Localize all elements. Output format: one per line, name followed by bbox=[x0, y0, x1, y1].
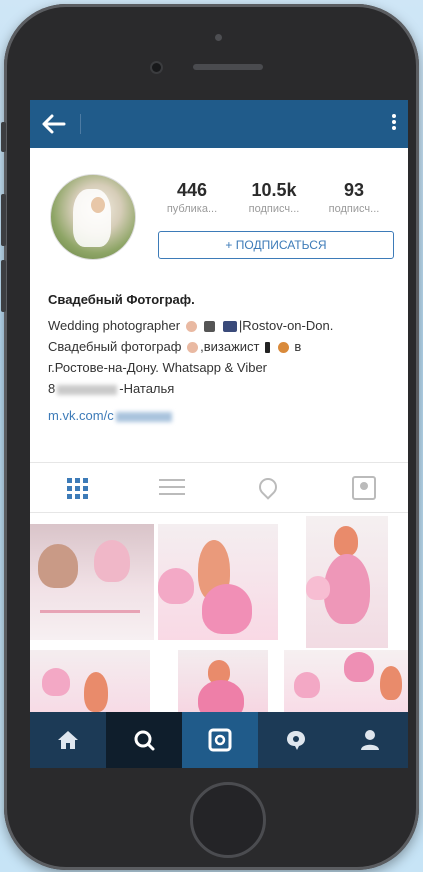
stat-posts[interactable]: 446 публика... bbox=[152, 180, 232, 215]
proximity-sensor bbox=[215, 34, 222, 41]
camera-emoji-icon bbox=[204, 321, 216, 333]
profile-bio: Свадебный Фотограф. Wedding photographer… bbox=[48, 289, 398, 426]
camera-icon[interactable] bbox=[182, 712, 258, 768]
bio-text: -Наталья bbox=[119, 381, 175, 396]
volume-down-button bbox=[1, 260, 6, 312]
palette-emoji-icon bbox=[277, 342, 289, 354]
subscribe-button[interactable]: + ПОДПИСАТЬСЯ bbox=[158, 231, 394, 259]
home-icon[interactable] bbox=[30, 712, 106, 768]
arrow-left-icon[interactable] bbox=[40, 112, 66, 136]
top-bar bbox=[30, 100, 408, 148]
home-button[interactable] bbox=[190, 782, 266, 858]
bio-text: в bbox=[294, 339, 302, 354]
mute-switch bbox=[1, 122, 6, 152]
stat-posts-label: публика... bbox=[166, 203, 218, 215]
list-icon[interactable] bbox=[157, 474, 187, 500]
photo-thumbnail[interactable] bbox=[178, 650, 268, 712]
stat-following-number: 93 bbox=[343, 180, 365, 200]
bio-text: 8 bbox=[48, 381, 56, 396]
bio-line-4: 8 -Наталья bbox=[48, 378, 398, 399]
lipstick-emoji-icon bbox=[265, 342, 271, 354]
bio-line-3: г.Ростове-на-Дону. Whatsapp & Viber bbox=[48, 360, 268, 375]
photo-emoji-icon bbox=[222, 321, 237, 333]
photo-thumbnail[interactable] bbox=[30, 524, 154, 640]
volume-up-button bbox=[1, 194, 6, 246]
stat-followers-label: подписч... bbox=[248, 203, 300, 215]
photo-thumbnail[interactable] bbox=[158, 524, 278, 640]
bottom-nav bbox=[30, 712, 408, 768]
bio-line-1: Wedding photographer |Rostov-on-Don. bbox=[48, 315, 398, 336]
activity-icon[interactable] bbox=[258, 712, 334, 768]
blurred-phone-number bbox=[57, 384, 118, 395]
topbar-divider bbox=[80, 114, 81, 134]
link-text[interactable]: m.vk.com/c bbox=[48, 408, 114, 423]
photo-thumbnail[interactable] bbox=[30, 650, 150, 712]
front-camera bbox=[152, 63, 161, 72]
stat-followers[interactable]: 10.5k подписч... bbox=[234, 180, 314, 215]
bio-line-2: Свадебный фотограф ,визажист в bbox=[48, 336, 398, 357]
more-vertical-icon[interactable] bbox=[390, 112, 398, 136]
earpiece-speaker bbox=[193, 64, 263, 70]
bio-text: Свадебный фотограф bbox=[48, 339, 182, 354]
bio-text: ,визажист bbox=[200, 339, 260, 354]
blurred-link-text bbox=[115, 411, 172, 422]
stat-followers-number: 10.5k bbox=[251, 180, 297, 200]
profile-name: Свадебный Фотограф. bbox=[48, 292, 195, 307]
bio-text: |Rostov-on-Don. bbox=[238, 318, 334, 333]
avatar[interactable] bbox=[50, 174, 136, 260]
grid-icon[interactable] bbox=[62, 474, 92, 500]
profile-link[interactable]: m.vk.com/c bbox=[48, 405, 398, 426]
photo-grid bbox=[30, 516, 408, 712]
app-screen: 446 публика... 10.5k подписч... 93 подпи… bbox=[30, 100, 408, 712]
search-icon[interactable] bbox=[106, 712, 182, 768]
profile-icon[interactable] bbox=[332, 712, 408, 768]
tagged-user-icon[interactable] bbox=[348, 474, 378, 500]
profile-view-tabs bbox=[30, 462, 408, 512]
woman-emoji-icon bbox=[187, 342, 199, 354]
photo-thumbnail[interactable] bbox=[284, 650, 408, 712]
bio-text: Wedding photographer bbox=[48, 318, 181, 333]
location-pin-icon[interactable] bbox=[252, 474, 282, 500]
stat-following-label: подписч... bbox=[328, 203, 380, 215]
section-divider bbox=[30, 512, 408, 513]
woman-emoji-icon bbox=[185, 321, 197, 333]
stat-posts-number: 446 bbox=[176, 180, 208, 200]
stat-following[interactable]: 93 подписч... bbox=[314, 180, 394, 215]
photo-thumbnail[interactable] bbox=[306, 516, 388, 648]
